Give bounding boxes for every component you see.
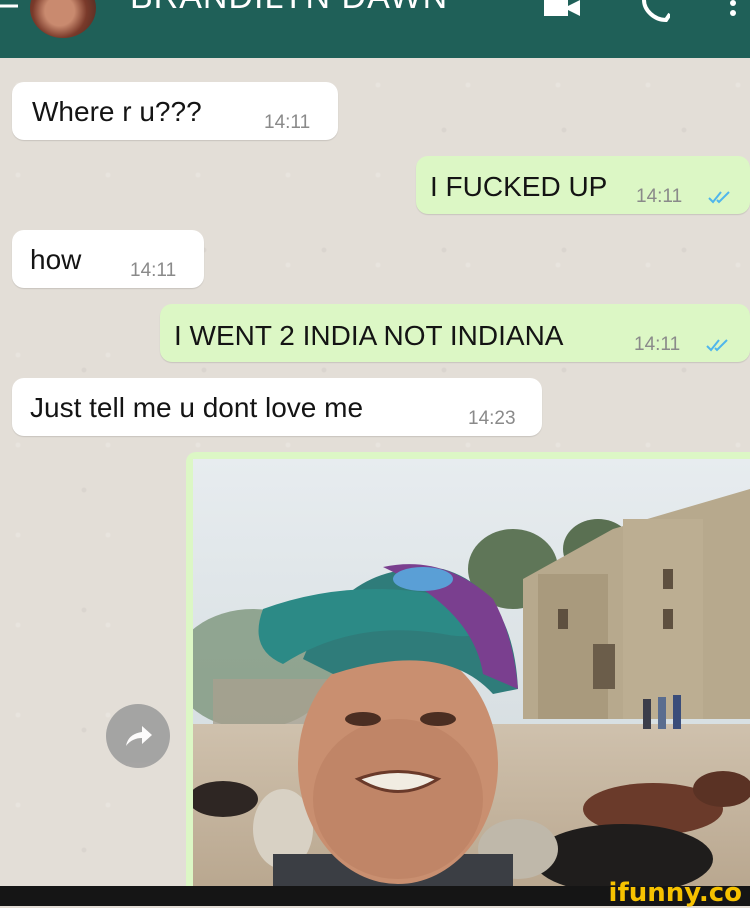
message-text: how [30,244,82,275]
message-text: Where r u??? [32,96,202,127]
message-bubble-outgoing[interactable]: I WENT 2 INDIA NOT INDIANA 14:11 [160,304,750,362]
contact-avatar[interactable] [30,0,96,38]
message-time: 14:11 [634,334,681,355]
message-bubble-incoming[interactable]: Where r u??? 14:11 [12,82,338,140]
message-time: 14:11 [264,112,311,133]
message-bubble-outgoing[interactable]: I FUCKED UP 14:11 [416,156,750,214]
forward-icon [126,726,152,746]
message-bubble-incoming[interactable]: how 14:11 [12,230,204,288]
chat-header: BRANDILYN DAWN [0,0,750,58]
back-arrow-icon[interactable] [0,2,20,16]
message-text: I FUCKED UP [430,171,608,202]
phone-call-icon[interactable] [640,0,670,22]
contact-name[interactable]: BRANDILYN DAWN [130,0,448,17]
read-ticks-icon [708,191,730,204]
message-text: Just tell me u dont love me [30,392,364,423]
more-options-icon[interactable] [728,0,738,22]
message-time: 14:11 [130,260,177,281]
message-text: I WENT 2 INDIA NOT INDIANA [174,320,564,351]
selfie-photo[interactable] [193,459,750,889]
watermark-logo: ifunny.co [608,878,742,908]
message-time: 14:11 [636,186,683,207]
read-ticks-icon [706,339,728,352]
message-bubble-incoming[interactable]: Just tell me u dont love me 14:23 [12,378,542,436]
forward-button[interactable] [106,704,170,768]
message-time: 14:23 [468,408,516,429]
video-call-icon[interactable] [544,0,580,18]
